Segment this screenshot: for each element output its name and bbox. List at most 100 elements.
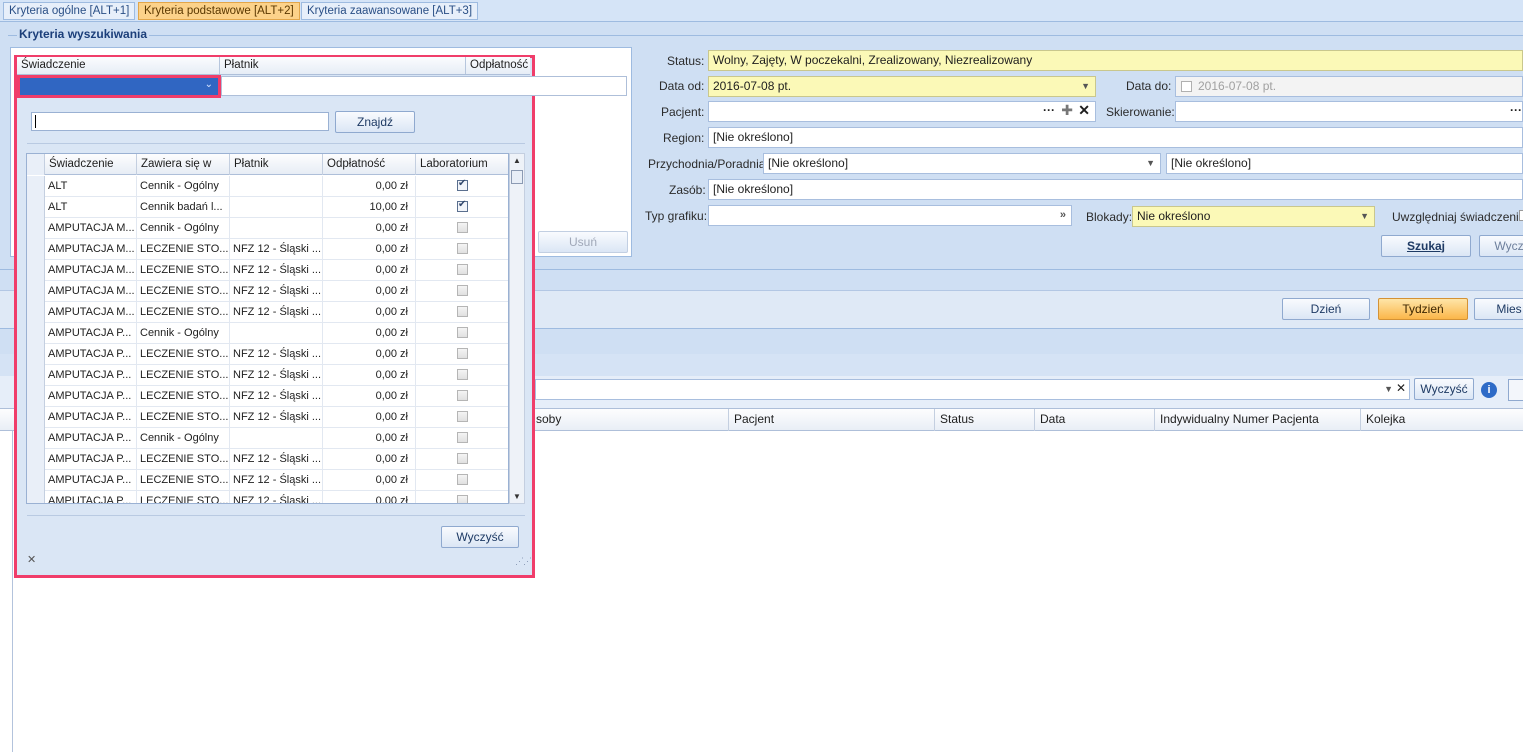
laboratory-checkbox[interactable] [457,285,468,296]
col-status[interactable]: Status [934,409,1034,431]
resource-field[interactable]: [Nie określono] [708,179,1523,200]
refresh-icon[interactable] [1508,379,1523,401]
service-edit-row[interactable] [221,76,627,96]
col-payer[interactable]: Płatnik [230,154,323,175]
close-icon[interactable]: ✕ [1078,102,1090,120]
find-button[interactable]: Znajdź [335,111,415,133]
col-payment[interactable]: Odpłatność [465,57,530,74]
date-to-checkbox[interactable] [1181,81,1192,92]
col-queue[interactable]: Kolejka [1360,409,1523,431]
result-row[interactable]: AMPUTACJA P... LECZENIE STO... NFZ 12 - Śl… [27,344,508,365]
more-icon[interactable]: ··· [1043,102,1055,120]
double-chevron-down-icon[interactable]: » [1060,206,1066,225]
criteria-tab-bar: Kryteria ogólne [ALT+1] Kryteria podstaw… [0,0,1523,22]
patient-field[interactable]: ··· ✚ ✕ [708,101,1096,122]
col-payment[interactable]: Odpłatność [323,154,416,175]
result-row[interactable]: AMPUTACJA P... Cennik - Ogólny 0,00 zł [27,323,508,344]
col-patient-number[interactable]: Indywidualny Numer Pacjenta [1154,409,1360,431]
laboratory-checkbox[interactable] [457,199,468,212]
laboratory-checkbox[interactable] [457,306,468,317]
laboratory-checkbox[interactable] [457,243,468,254]
laboratory-checkbox[interactable] [457,453,468,464]
laboratory-checkbox[interactable] [457,178,468,191]
result-row[interactable]: AMPUTACJA M... LECZENIE STO... NFZ 12 - Śl… [27,239,508,260]
date-from-field[interactable]: 2016-07-08 pt. ▼ [708,76,1096,97]
result-row[interactable]: AMPUTACJA M... LECZENIE STO... NFZ 12 - Śl… [27,302,508,323]
date-to-field[interactable]: 2016-07-08 pt. [1175,76,1523,97]
result-row[interactable]: AMPUTACJA P... Cennik - Ogólny 0,00 zł [27,428,508,449]
result-row[interactable]: ALT Cennik - Ogólny 0,00 zł [27,176,508,197]
clinic-field[interactable]: [Nie określono] ▼ [763,153,1161,174]
result-row[interactable]: AMPUTACJA P... LECZENIE STO... NFZ 12 - Śl… [27,365,508,386]
chevron-down-icon[interactable]: ⌄ [205,79,213,90]
laboratory-checkbox[interactable] [457,474,468,485]
result-row[interactable]: AMPUTACJA P... LECZENIE STO... NFZ 12 - Śl… [27,407,508,428]
cell-contained-in: LECZENIE STO... [137,281,230,302]
dropdown-arrow-icon[interactable]: ▼ [1146,154,1155,173]
col-patient[interactable]: Pacjent [728,409,934,431]
clear-criteria-button[interactable]: Wycz [1479,235,1523,257]
row-indicator [27,218,45,239]
dropdown-arrow-icon[interactable]: ▼ [1384,380,1393,399]
laboratory-checkbox[interactable] [457,348,468,359]
service-search-input[interactable] [31,112,329,131]
day-view-button[interactable]: Dzień [1282,298,1370,320]
laboratory-checkbox[interactable] [457,432,468,443]
close-icon[interactable]: ✕ [1396,380,1406,398]
result-row[interactable]: AMPUTACJA M... LECZENIE STO... NFZ 12 - Śl… [27,281,508,302]
resize-grip-icon[interactable]: ⋰⋰ [515,556,532,567]
result-row[interactable]: AMPUTACJA P... LECZENIE STO... NFZ 12 - Śl… [27,491,508,503]
scroll-up-arrow-icon[interactable]: ▲ [513,156,521,165]
dropdown-arrow-icon[interactable]: ▼ [1360,207,1369,226]
laboratory-checkbox[interactable] [457,390,468,401]
tab-general-criteria[interactable]: Kryteria ogólne [ALT+1] [3,2,136,20]
result-row[interactable]: AMPUTACJA P... LECZENIE STO... NFZ 12 - Śl… [27,449,508,470]
search-button[interactable]: Szukaj [1381,235,1471,257]
locks-field[interactable]: Nie określono ▼ [1132,206,1375,227]
col-contained-in[interactable]: Zawiera się w [137,154,230,175]
laboratory-checkbox[interactable] [457,222,468,233]
laboratory-checkbox[interactable] [457,327,468,338]
schedule-type-field[interactable]: » [708,205,1072,226]
result-row[interactable]: ALT Cennik badań l... 10,00 zł [27,197,508,218]
row-indicator [27,197,45,218]
add-icon[interactable]: ✚ [1061,102,1073,120]
filter-clear-button[interactable]: Wyczyść [1414,378,1474,400]
laboratory-checkbox[interactable] [457,411,468,422]
remove-button[interactable]: Usuń [538,231,628,253]
col-laboratory[interactable]: Laboratorium [416,154,508,175]
month-view-button[interactable]: Mies [1474,298,1523,320]
result-row[interactable]: AMPUTACJA P... LECZENIE STO... NFZ 12 - Śl… [27,470,508,491]
referral-field[interactable]: ··· [1175,101,1523,122]
result-row[interactable]: AMPUTACJA P... LECZENIE STO... NFZ 12 - Śl… [27,386,508,407]
result-row[interactable]: AMPUTACJA M... LECZENIE STO... NFZ 12 - Śl… [27,260,508,281]
scroll-down-arrow-icon[interactable]: ▼ [513,492,521,501]
col-payer[interactable]: Płatnik [219,57,465,74]
include-services-checkbox[interactable] [1519,210,1523,221]
scroll-thumb[interactable] [511,170,523,184]
laboratory-checkbox[interactable] [457,369,468,380]
service-dropdown[interactable]: ⌄ [17,75,221,98]
clinic-unit-field[interactable]: [Nie określono] [1166,153,1523,174]
filter-field[interactable]: ▼ ✕ [535,379,1410,400]
week-view-button[interactable]: Tydzień [1378,298,1468,320]
laboratory-checkbox[interactable] [457,264,468,275]
col-date[interactable]: Data [1034,409,1154,431]
status-field[interactable]: Wolny, Zajęty, W poczekalni, Zrealizowan… [708,50,1523,71]
col-service[interactable]: Świadczenie [45,154,137,175]
laboratory-checkbox[interactable] [457,495,468,503]
result-row[interactable]: AMPUTACJA M... Cennik - Ogólny 0,00 zł [27,218,508,239]
tab-advanced-criteria[interactable]: Kryteria zaawansowane [ALT+3] [301,2,479,20]
more-icon[interactable]: ··· [1510,102,1522,120]
close-icon[interactable]: ✕ [27,553,36,566]
col-person[interactable]: soby [531,409,728,431]
results-scrollbar[interactable]: ▲ ▼ [509,153,525,504]
date-from-label: Data od: [659,79,705,93]
col-service[interactable]: Świadczenie [17,57,219,74]
info-icon[interactable]: i [1481,382,1497,398]
dropdown-arrow-icon[interactable]: ▼ [1081,77,1090,96]
region-field[interactable]: [Nie określono] [708,127,1523,148]
tab-basic-criteria[interactable]: Kryteria podstawowe [ALT+2] [138,2,300,20]
popup-clear-button[interactable]: Wyczyść [441,526,519,548]
date-from-value: 2016-07-08 pt. [713,79,792,93]
